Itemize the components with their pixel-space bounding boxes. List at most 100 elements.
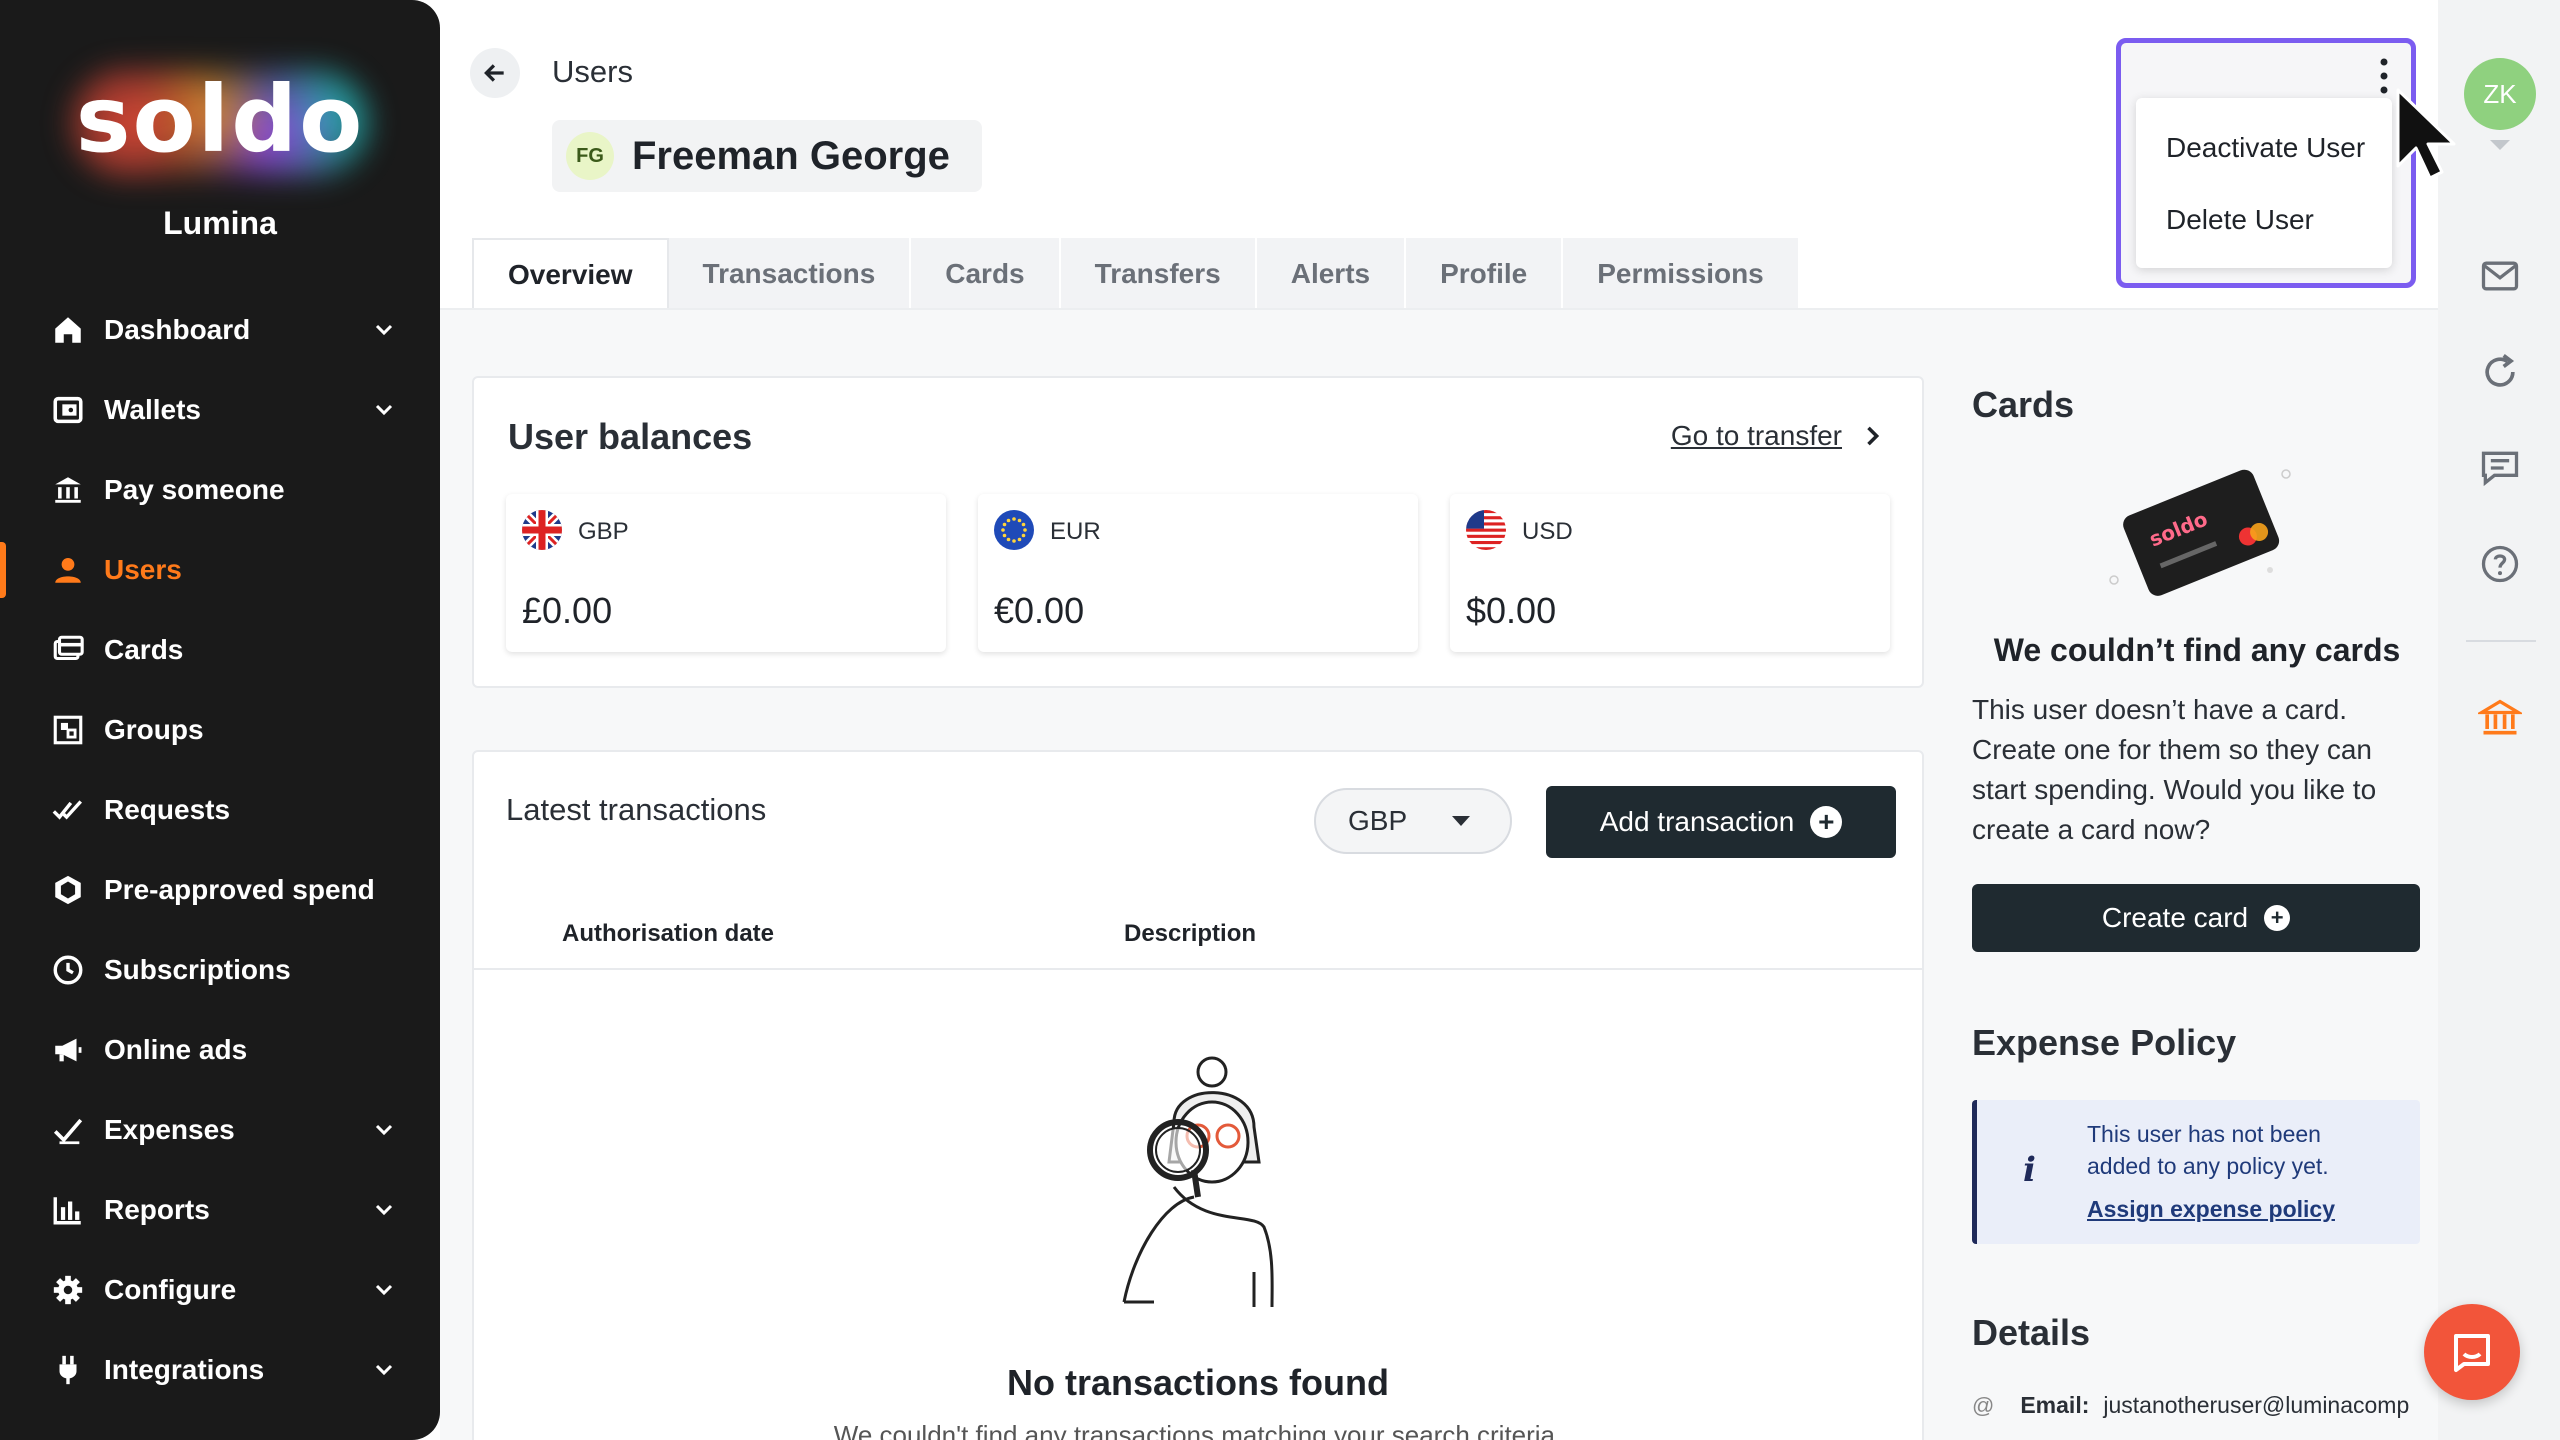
page-title: Freeman George: [632, 133, 950, 178]
latest-transactions-panel: Latest transactions GBP Add transaction …: [472, 750, 1924, 1440]
chevron-down-icon[interactable]: [372, 318, 396, 342]
user-balances-panel: User balances Go to transfer GBP £0.00 E…: [472, 376, 1924, 688]
cards-empty-text: This user doesn’t have a card. Create on…: [1972, 694, 2377, 845]
tab-cards[interactable]: Cards: [911, 238, 1061, 310]
chevron-down-icon[interactable]: [372, 1358, 396, 1382]
chevron-down-icon[interactable]: [372, 1278, 396, 1302]
deactivate-user-menu-item[interactable]: Deactivate User: [2166, 132, 2365, 164]
email-value: justanotheruser@luminacomp: [2103, 1392, 2410, 1418]
sidebar-item-reports[interactable]: Reports: [0, 1170, 440, 1250]
sidebar: soldo Lumina Dashboard Wallets Pay someo…: [0, 0, 440, 1440]
currency-select[interactable]: GBP: [1314, 788, 1512, 854]
wallet-icon: [50, 392, 86, 428]
column-header-description[interactable]: Description: [1124, 920, 1256, 948]
balance-card-eur[interactable]: EUR €0.00: [978, 494, 1418, 652]
tab-profile[interactable]: Profile: [1406, 238, 1564, 310]
tab-bar: Overview Transactions Cards Transfers Al…: [472, 238, 1800, 310]
sidebar-item-label: Requests: [104, 794, 231, 825]
chevron-down-icon[interactable]: [372, 398, 396, 422]
us-flag-icon: [1466, 510, 1506, 550]
plug-icon: [50, 1352, 86, 1388]
clock-icon: [50, 952, 86, 988]
bank-transfer-icon: [50, 472, 86, 508]
sidebar-item-pay-someone[interactable]: Pay someone: [0, 450, 440, 530]
sidebar-item-label: Cards: [104, 634, 184, 665]
soldo-logo[interactable]: soldo: [60, 48, 380, 188]
caret-down-icon[interactable]: [2490, 140, 2510, 150]
currency-select-value: GBP: [1348, 805, 1408, 836]
sidebar-item-expenses[interactable]: Expenses: [0, 1090, 440, 1170]
chat-launcher-button[interactable]: [2424, 1304, 2520, 1400]
sidebar-item-label: Online ads: [104, 1034, 248, 1065]
sidebar-item-label: Wallets: [104, 394, 201, 425]
empty-state-subtitle: We couldn't find any transactions matchi…: [833, 1420, 1563, 1440]
bar-chart-icon: [50, 1192, 86, 1228]
account-avatar[interactable]: ZK: [2464, 58, 2536, 130]
go-to-transfer-link[interactable]: Go to transfer: [1671, 420, 1842, 452]
column-header-authorisation-date[interactable]: Authorisation date: [562, 920, 774, 948]
expense-policy-notice: i This user has not been added to any po…: [1972, 1100, 2420, 1244]
add-transaction-label: Add transaction: [1599, 806, 1795, 837]
sidebar-item-integrations[interactable]: Integrations: [0, 1330, 440, 1410]
help-icon[interactable]: [2476, 540, 2524, 588]
email-label: Email:: [2020, 1392, 2090, 1418]
plus-circle-icon: +: [2264, 905, 2291, 931]
sidebar-item-online-ads[interactable]: Online ads: [0, 1010, 440, 1090]
chevron-right-icon[interactable]: [1858, 422, 1886, 450]
back-button[interactable]: [470, 48, 520, 98]
currency-code: EUR: [1050, 518, 1101, 545]
tab-transfers[interactable]: Transfers: [1060, 238, 1257, 310]
sidebar-nav: Dashboard Wallets Pay someone Users Card…: [0, 290, 440, 1410]
add-transaction-button[interactable]: Add transaction +: [1546, 786, 1896, 858]
policy-message: This user has not been added to any poli…: [2087, 1121, 2329, 1179]
balance-card-usd[interactable]: USD $0.00: [1450, 494, 1890, 652]
chevron-down-icon[interactable]: [372, 1118, 396, 1142]
currency-code: GBP: [578, 518, 629, 545]
assign-expense-policy-link[interactable]: Assign expense policy: [2087, 1196, 2335, 1223]
logo-text: soldo: [75, 66, 365, 173]
at-icon: @: [1972, 1392, 1995, 1418]
sidebar-item-pre-approved-spend[interactable]: Pre-approved spend: [0, 850, 440, 930]
chat-bubble-icon[interactable]: [2476, 444, 2524, 492]
email-detail: @ Email: justanotheruser@luminacomp: [1972, 1392, 2409, 1419]
groups-icon: [50, 712, 86, 748]
sidebar-item-subscriptions[interactable]: Subscriptions: [0, 930, 440, 1010]
cards-panel-title: Cards: [1972, 384, 2075, 425]
sidebar-item-label: Subscriptions: [104, 954, 291, 985]
gear-icon: [50, 1272, 86, 1308]
balance-card-gbp[interactable]: GBP £0.00: [506, 494, 946, 652]
create-card-label: Create card: [2101, 902, 2249, 933]
uk-flag-icon: [522, 510, 562, 550]
chevron-down-icon[interactable]: [372, 1198, 396, 1222]
latest-transactions-title: Latest transactions: [506, 792, 767, 827]
sidebar-item-dashboard[interactable]: Dashboard: [0, 290, 440, 370]
user-icon: [50, 552, 86, 588]
divider: [440, 308, 2438, 310]
magnifier-person-illustration: [1122, 1056, 1274, 1308]
sidebar-item-label: Users: [104, 554, 182, 585]
tab-transactions[interactable]: Transactions: [668, 238, 912, 310]
organization-name: Lumina: [163, 205, 277, 241]
sidebar-item-wallets[interactable]: Wallets: [0, 370, 440, 450]
arrow-left-icon: [484, 64, 504, 82]
sidebar-item-requests[interactable]: Requests: [0, 770, 440, 850]
shield-icon: [50, 872, 86, 908]
delete-user-menu-item[interactable]: Delete User: [2166, 204, 2314, 236]
sidebar-item-configure[interactable]: Configure: [0, 1250, 440, 1330]
refresh-icon[interactable]: [2476, 348, 2524, 396]
sidebar-item-groups[interactable]: Groups: [0, 690, 440, 770]
bank-icon[interactable]: [2476, 694, 2524, 742]
balance-amount: €0.00: [994, 590, 1085, 631]
sidebar-item-cards[interactable]: Cards: [0, 610, 440, 690]
sidebar-item-label: Reports: [104, 1194, 210, 1225]
card-icon: [50, 632, 86, 668]
tab-permissions[interactable]: Permissions: [1563, 238, 1800, 310]
mail-icon[interactable]: [2476, 252, 2524, 300]
create-card-button[interactable]: Create card +: [1972, 884, 2420, 952]
user-header: FG Freeman George: [552, 120, 982, 192]
breadcrumb[interactable]: Users: [552, 54, 633, 90]
tab-overview[interactable]: Overview: [472, 238, 669, 310]
divider: [2466, 640, 2536, 642]
sidebar-item-users[interactable]: Users: [0, 530, 440, 610]
tab-alerts[interactable]: Alerts: [1256, 238, 1407, 310]
